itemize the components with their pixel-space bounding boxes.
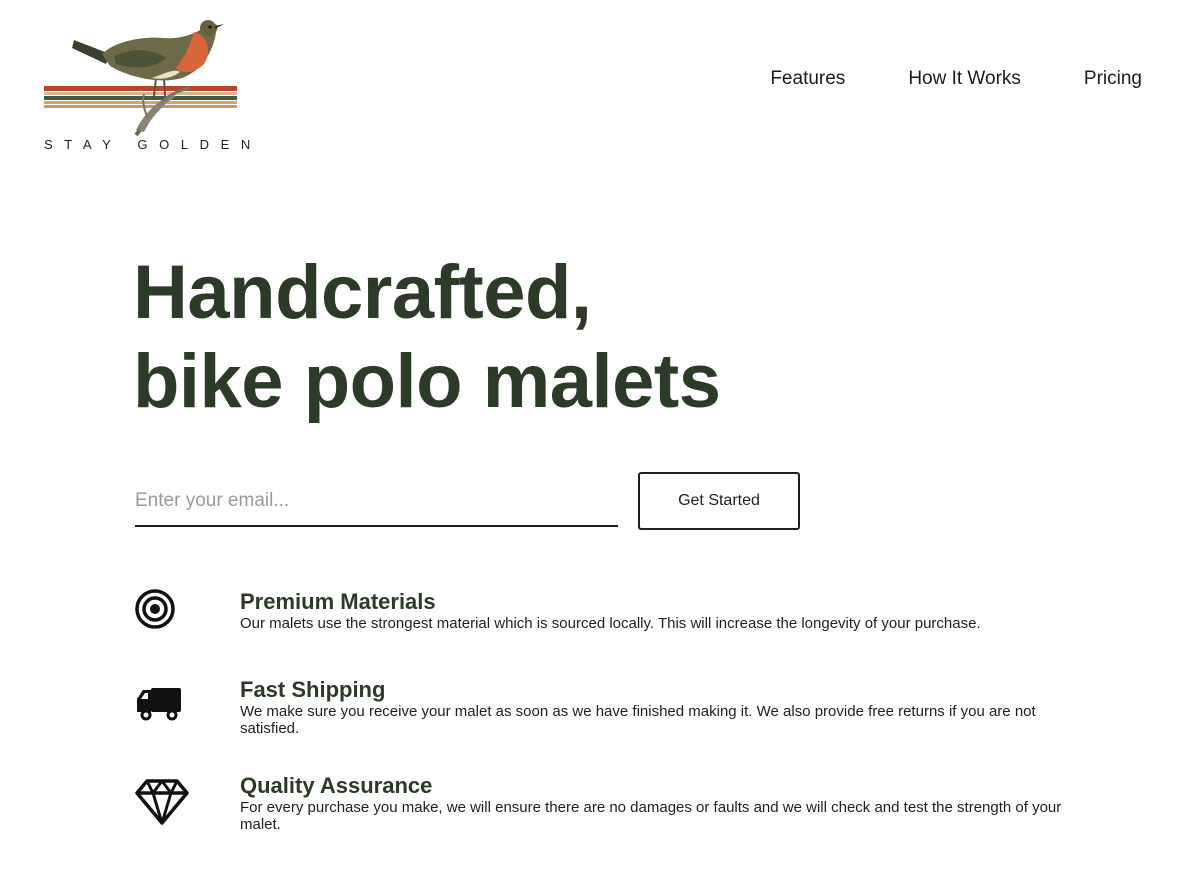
- feature-description: Our malets use the strongest material wh…: [240, 615, 981, 632]
- nav-how-it-works-link[interactable]: How It Works: [908, 68, 1021, 90]
- feature-text: Fast Shipping We make sure you receive y…: [240, 677, 1080, 737]
- brand-tagline: STAY GOLDEN: [44, 137, 262, 152]
- truck-icon: [137, 688, 181, 721]
- feature-title: Fast Shipping: [240, 677, 386, 702]
- feature-title: Quality Assurance: [240, 773, 433, 798]
- target-icon: [135, 589, 175, 629]
- brand-logo[interactable]: STAY GOLDEN: [44, 18, 250, 158]
- get-started-button[interactable]: Get Started: [638, 472, 800, 530]
- main-nav: Features How It Works Pricing: [770, 68, 1142, 90]
- feature-title: Premium Materials: [240, 589, 436, 614]
- robin-bird-icon: [44, 20, 237, 136]
- email-input[interactable]: [135, 477, 618, 527]
- diamond-icon: [135, 779, 189, 825]
- feature-description: For every purchase you make, we will ens…: [240, 799, 1062, 833]
- feature-text: Quality Assurance For every purchase you…: [240, 773, 1080, 833]
- nav-pricing-link[interactable]: Pricing: [1084, 68, 1142, 90]
- feature-text: Premium Materials Our malets use the str…: [240, 589, 1080, 632]
- feature-description: We make sure you receive your malet as s…: [240, 703, 1036, 737]
- hero-title-line-1: Handcrafted,: [133, 250, 592, 335]
- hero-title: Handcrafted, bike polo malets: [133, 248, 721, 426]
- hero-title-line-2: bike polo malets: [133, 339, 721, 424]
- nav-features-link[interactable]: Features: [770, 68, 845, 90]
